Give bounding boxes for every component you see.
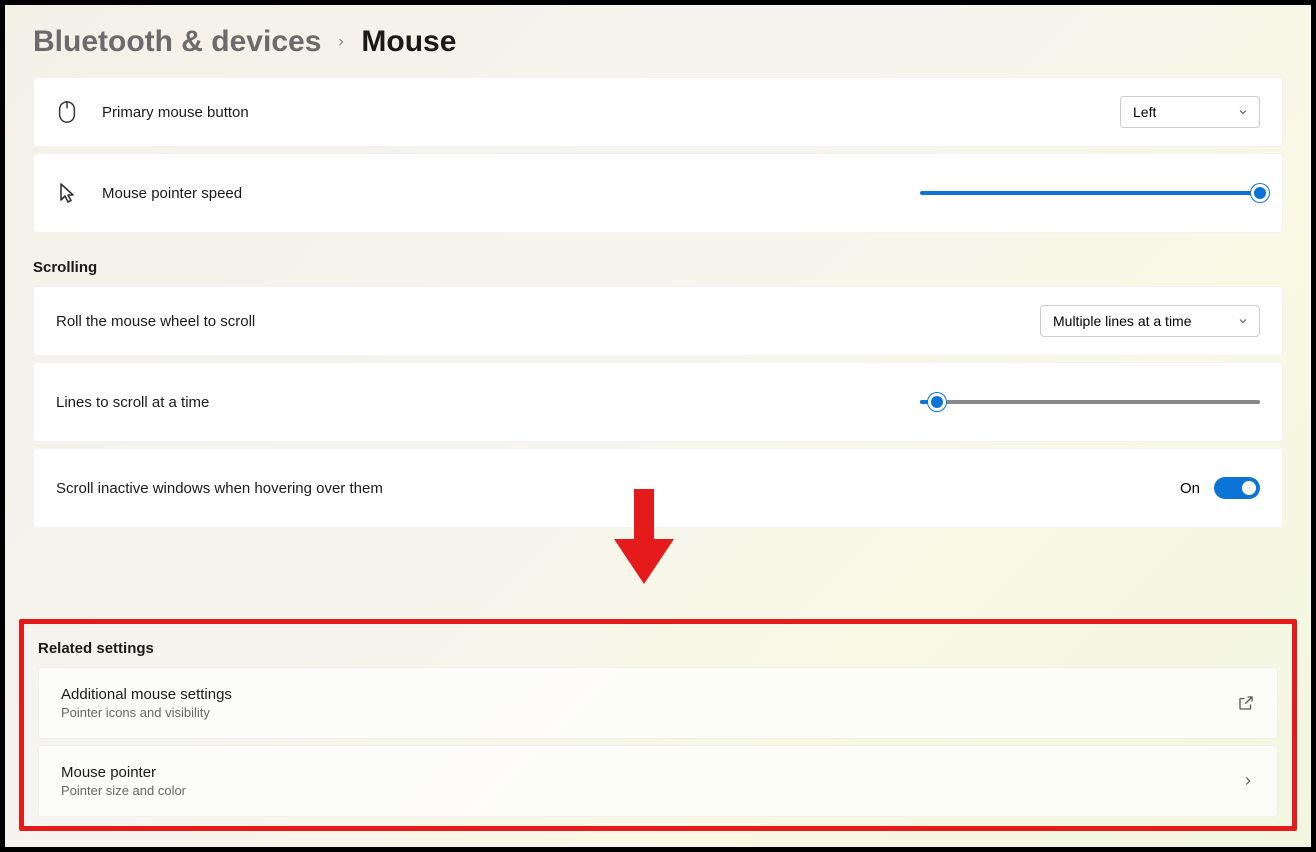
chevron-right-icon [335, 36, 347, 48]
slider-thumb[interactable] [928, 393, 946, 411]
section-heading-scrolling: Scrolling [33, 259, 1283, 276]
link-mouse-pointer[interactable]: Mouse pointer Pointer size and color [38, 745, 1278, 817]
pointer-speed-slider[interactable] [920, 191, 1260, 195]
setting-label: Roll the mouse wheel to scroll [56, 313, 255, 330]
cursor-icon [56, 182, 78, 204]
setting-pointer-speed: Mouse pointer speed [33, 153, 1283, 233]
chevron-down-icon [1237, 315, 1249, 327]
setting-lines-to-scroll: Lines to scroll at a time [33, 362, 1283, 442]
setting-label: Primary mouse button [102, 104, 249, 121]
breadcrumb-current: Mouse [361, 25, 456, 59]
dropdown-value: Multiple lines at a time [1053, 313, 1192, 329]
toggle-knob [1242, 481, 1256, 495]
open-external-icon [1237, 694, 1255, 712]
setting-label: Scroll inactive windows when hovering ov… [56, 480, 383, 497]
link-title: Additional mouse settings [61, 686, 232, 703]
link-subtitle: Pointer icons and visibility [61, 705, 232, 720]
link-title: Mouse pointer [61, 764, 186, 781]
mouse-icon [56, 101, 78, 123]
setting-label: Lines to scroll at a time [56, 394, 209, 411]
chevron-down-icon [1237, 106, 1249, 118]
slider-thumb[interactable] [1251, 184, 1269, 202]
link-subtitle: Pointer size and color [61, 783, 186, 798]
chevron-right-icon [1241, 774, 1255, 788]
link-additional-mouse-settings[interactable]: Additional mouse settings Pointer icons … [38, 667, 1278, 739]
breadcrumb: Bluetooth & devices Mouse [33, 25, 1283, 59]
primary-button-dropdown[interactable]: Left [1120, 96, 1260, 128]
scroll-mode-dropdown[interactable]: Multiple lines at a time [1040, 305, 1260, 337]
lines-to-scroll-slider[interactable] [920, 400, 1260, 404]
section-heading-related: Related settings [38, 640, 1278, 657]
toggle-state-label: On [1180, 480, 1200, 497]
breadcrumb-parent[interactable]: Bluetooth & devices [33, 25, 321, 59]
annotation-highlight-box: Related settings Additional mouse settin… [19, 619, 1297, 831]
setting-primary-mouse-button: Primary mouse button Left [33, 77, 1283, 147]
setting-scroll-mode: Roll the mouse wheel to scroll Multiple … [33, 286, 1283, 356]
setting-scroll-inactive: Scroll inactive windows when hovering ov… [33, 448, 1283, 528]
dropdown-value: Left [1133, 104, 1156, 120]
setting-label: Mouse pointer speed [102, 185, 242, 202]
scroll-inactive-toggle[interactable] [1214, 477, 1260, 499]
